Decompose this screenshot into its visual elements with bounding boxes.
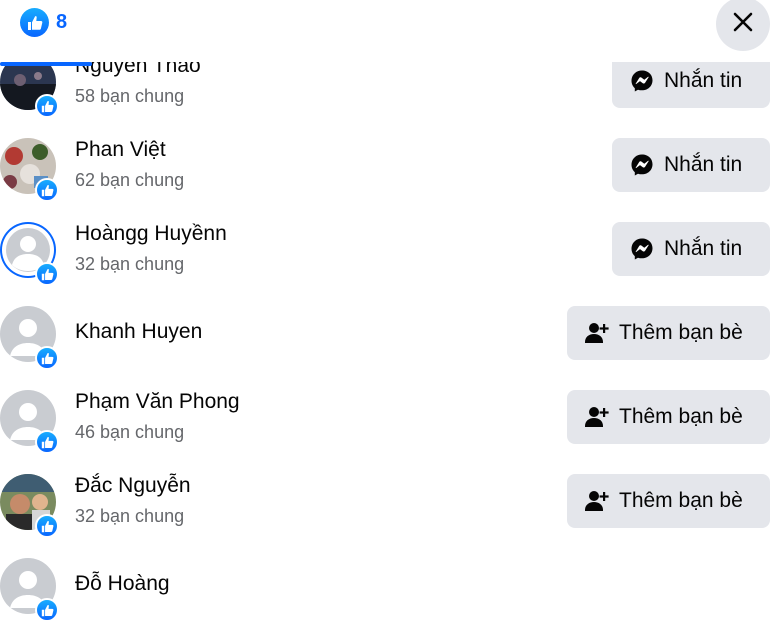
message-button-label: Nhắn tin <box>664 237 743 260</box>
mutual-friends: 58 bạn chung <box>75 86 185 106</box>
add-friend-button-label: Thêm bạn bè <box>619 489 743 512</box>
mutual-friends: 32 bạn chung <box>75 506 185 526</box>
add-friend-icon <box>584 488 610 514</box>
messenger-icon <box>629 236 655 262</box>
mutual-friends: 32 bạn chung <box>75 254 185 274</box>
messenger-icon <box>629 152 655 178</box>
like-badge-icon <box>35 178 59 202</box>
list-item[interactable]: Phạm Văn Phong 46 bạn chung Thêm bạn bè <box>0 374 773 458</box>
message-button-label: Nhắn tin <box>664 153 743 176</box>
list-item[interactable]: Đỗ Hoàng <box>0 542 773 626</box>
add-friend-button-label: Thêm bạn bè <box>619 321 743 344</box>
messenger-icon <box>629 68 655 94</box>
person-name[interactable]: Đắc Nguyễn <box>75 474 191 498</box>
list-item[interactable]: Đắc Nguyễn 32 bạn chung Thêm bạn bè <box>0 458 773 542</box>
like-badge-icon <box>35 346 59 370</box>
reactions-header: 8 <box>0 0 773 62</box>
message-button[interactable]: Nhắn tin <box>612 138 770 192</box>
like-badge-icon <box>35 430 59 454</box>
like-badge-icon <box>35 598 59 622</box>
add-friend-button-label: Thêm bạn bè <box>619 405 743 428</box>
active-tab-indicator <box>0 62 92 66</box>
message-button[interactable]: Nhắn tin <box>612 54 770 108</box>
add-friend-icon <box>584 320 610 346</box>
person-name[interactable]: Khanh Huyen <box>75 320 202 344</box>
tab-like[interactable]: 8 <box>0 0 92 64</box>
add-friend-button[interactable]: Thêm bạn bè <box>567 474 770 528</box>
message-button[interactable]: Nhắn tin <box>612 222 770 276</box>
list-item[interactable]: Hoàngg Huyềnn 32 bạn chung Nhắn tin <box>0 206 773 290</box>
list-item[interactable]: Khanh Huyen Thêm bạn bè <box>0 290 773 374</box>
like-icon <box>20 8 49 37</box>
like-badge-icon <box>35 94 59 118</box>
like-badge-icon <box>35 514 59 538</box>
person-name[interactable]: Phan Việt <box>75 138 166 162</box>
close-button[interactable] <box>716 0 770 51</box>
reaction-count: 8 <box>56 11 68 33</box>
close-icon <box>732 11 754 38</box>
like-badge-icon <box>35 262 59 286</box>
mutual-friends: 62 bạn chung <box>75 170 185 190</box>
person-name[interactable]: Hoàngg Huyềnn <box>75 222 227 246</box>
list-item[interactable]: Phan Việt 62 bạn chung Nhắn tin <box>0 122 773 206</box>
message-button-label: Nhắn tin <box>664 69 743 92</box>
mutual-friends: 46 bạn chung <box>75 422 185 442</box>
person-name[interactable]: Đỗ Hoàng <box>75 572 170 596</box>
add-friend-button[interactable]: Thêm bạn bè <box>567 390 770 444</box>
add-friend-icon <box>584 404 610 430</box>
person-name[interactable]: Phạm Văn Phong <box>75 390 240 414</box>
add-friend-button[interactable]: Thêm bạn bè <box>567 306 770 360</box>
